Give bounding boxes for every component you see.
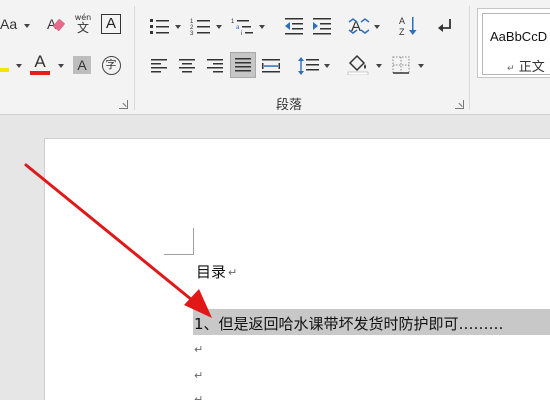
sort-icon: A Z <box>399 16 417 37</box>
paragraph-mark-icon <box>438 19 451 32</box>
line-spacing-icon <box>298 57 319 75</box>
line-spacing-button[interactable] <box>296 54 322 78</box>
enclose-characters-button[interactable]: 字 <box>100 53 122 77</box>
decrease-indent-button[interactable] <box>282 14 306 38</box>
distributed-icon <box>262 59 280 73</box>
svg-text:3: 3 <box>190 31 194 36</box>
font-color-button[interactable]: A <box>28 52 52 76</box>
character-shading-button[interactable]: A <box>72 53 92 77</box>
empty-para-mark-1: ↵ <box>196 296 206 309</box>
document-page[interactable] <box>44 138 550 400</box>
bullets-icon <box>150 19 169 34</box>
font-dialog-launcher[interactable] <box>119 100 128 109</box>
character-border-button[interactable]: A <box>99 12 123 36</box>
chinese-layout-button[interactable]: A <box>346 14 372 38</box>
enclose-characters-icon: 字 <box>101 55 121 75</box>
phonetic-guide-char: 文 <box>76 21 89 35</box>
ribbon-separator-font <box>134 6 135 110</box>
empty-para-mark-3: ↵ <box>194 369 204 382</box>
paint-bucket-icon <box>347 54 369 75</box>
text-highlight-color-swatch[interactable] <box>0 68 9 72</box>
styles-gallery: AaBbCcD ↵ 正文 <box>477 8 550 78</box>
align-center-button[interactable] <box>176 54 198 78</box>
change-case-caret[interactable] <box>24 24 30 28</box>
style-normal-label: ↵ 正文 <box>507 56 545 75</box>
line-spacing-caret[interactable] <box>324 64 330 68</box>
phonetic-guide-button[interactable]: wén 文 <box>72 12 94 36</box>
ribbon-separator-paragraph <box>469 6 470 110</box>
character-shading-icon: A <box>73 56 91 74</box>
numbering-caret[interactable] <box>216 25 222 29</box>
text-highlight-caret[interactable] <box>16 64 22 68</box>
toc-heading-para-mark: ↵ <box>228 266 238 279</box>
empty-para-mark-2: ↵ <box>194 343 204 356</box>
font-color-caret[interactable] <box>58 64 64 68</box>
decrease-indent-icon <box>285 18 303 35</box>
font-color-bar <box>30 70 50 75</box>
change-case-button[interactable]: Aa <box>0 16 17 32</box>
justify-icon <box>235 58 251 72</box>
borders-button[interactable] <box>390 53 412 77</box>
style-normal-marker: ↵ <box>507 64 515 74</box>
style-sample-text: AaBbCcD <box>490 29 548 44</box>
chinese-layout-caret[interactable] <box>374 25 380 29</box>
sort-button[interactable]: A Z <box>396 14 420 38</box>
distributed-button[interactable] <box>260 54 282 78</box>
empty-para-mark-4: ↵ <box>194 393 204 400</box>
align-right-icon <box>207 59 223 73</box>
align-right-button[interactable] <box>204 54 226 78</box>
bullets-caret[interactable] <box>175 25 181 29</box>
svg-text:i: i <box>241 31 242 36</box>
document-area <box>0 116 550 400</box>
toc-entry-1[interactable]: 1、但是返回哈水课带坏发货时防护即可……… <box>194 313 504 334</box>
svg-text:Z: Z <box>399 27 405 37</box>
paragraph-dialog-launcher[interactable] <box>455 100 464 109</box>
borders-caret[interactable] <box>418 64 424 68</box>
bullets-button[interactable] <box>148 14 172 38</box>
svg-text:A: A <box>399 16 405 26</box>
increase-indent-icon <box>313 18 331 35</box>
numbering-button[interactable]: 1 2 3 <box>189 14 213 38</box>
clear-formatting-button[interactable]: A <box>44 12 68 36</box>
multilevel-list-caret[interactable] <box>259 25 265 29</box>
align-left-button[interactable] <box>148 54 170 78</box>
align-center-icon <box>179 59 195 73</box>
eraser-icon: A <box>47 16 65 32</box>
chinese-layout-icon: A <box>348 18 370 35</box>
ribbon: Aa A wén 文 A A A 字 1 2 3 1 a i A A Z 段落 … <box>0 0 550 115</box>
show-paragraph-marks-button[interactable] <box>434 14 456 38</box>
justify-button[interactable] <box>230 52 256 78</box>
style-normal-name: 正文 <box>518 60 545 75</box>
page-corner-mark-vertical <box>193 228 194 255</box>
shading-button[interactable] <box>345 52 371 76</box>
align-left-icon <box>151 59 167 73</box>
page-corner-mark-horizontal <box>164 254 194 255</box>
toc-heading[interactable]: 目录 <box>196 261 226 282</box>
borders-icon <box>392 56 410 74</box>
paragraph-group-label: 段落 <box>276 98 303 113</box>
svg-text:1: 1 <box>231 19 235 25</box>
font-color-letter: A <box>34 51 46 71</box>
shading-caret[interactable] <box>376 64 382 68</box>
svg-text:a: a <box>236 25 240 31</box>
multilevel-list-button[interactable]: 1 a i <box>230 14 258 38</box>
style-normal-card[interactable]: AaBbCcD ↵ 正文 <box>482 13 550 75</box>
character-border-icon: A <box>101 14 121 34</box>
multilevel-list-icon: 1 a i <box>231 19 253 36</box>
increase-indent-button[interactable] <box>310 14 334 38</box>
numbering-icon: 1 2 3 <box>190 19 210 36</box>
